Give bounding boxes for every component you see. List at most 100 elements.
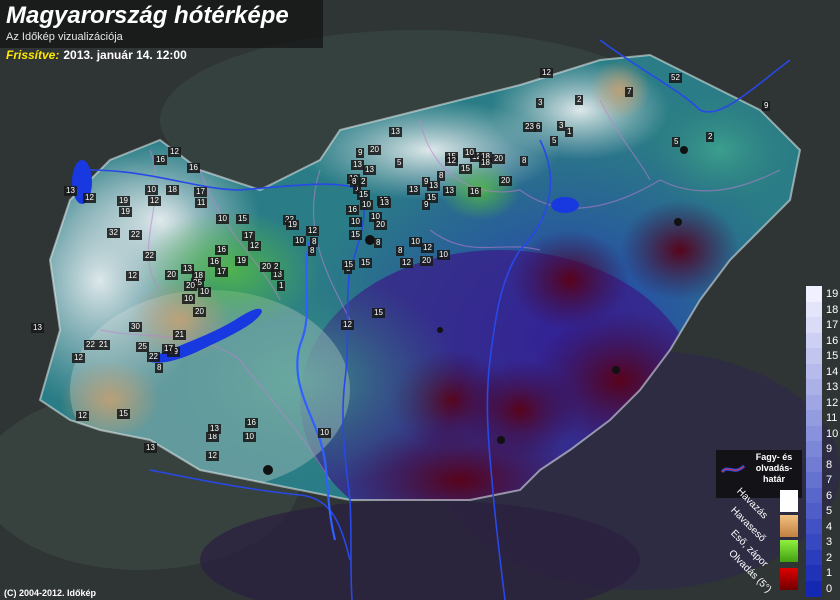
scale-value: 8 bbox=[826, 458, 833, 471]
station-value: 20 bbox=[260, 262, 273, 272]
station-value: 2 bbox=[272, 262, 281, 272]
station-value: 13 bbox=[389, 127, 402, 137]
scale-swatch bbox=[806, 487, 822, 504]
station-value: 19 bbox=[117, 196, 130, 206]
scale-value: 16 bbox=[826, 334, 839, 347]
copyright-text: (C) 2004-2012. Időkép bbox=[4, 588, 97, 598]
station-value: 7 bbox=[625, 87, 634, 97]
station-value: 13 bbox=[31, 323, 44, 333]
station-value: 20 bbox=[184, 281, 197, 291]
scale-value: 0 bbox=[826, 582, 833, 595]
scale-swatch bbox=[806, 565, 822, 581]
station-value: 12 bbox=[148, 196, 161, 206]
station-value: 17 bbox=[194, 187, 207, 197]
scale-value: 2 bbox=[826, 551, 833, 564]
scale-swatch bbox=[806, 363, 822, 380]
station-value: 9 bbox=[422, 200, 431, 210]
station-value: 5 bbox=[672, 137, 681, 147]
snow-map-stage: Magyarország hótérképe Az Időkép vizuali… bbox=[0, 0, 840, 600]
station-value: 16 bbox=[154, 155, 167, 165]
station-value: 10 bbox=[145, 185, 158, 195]
station-value: 16 bbox=[245, 418, 258, 428]
station-value: 20 bbox=[420, 256, 433, 266]
station-value: 12 bbox=[341, 320, 354, 330]
scale-swatch bbox=[806, 394, 822, 411]
station-value: 10 bbox=[349, 217, 362, 227]
station-value: 3 bbox=[536, 98, 545, 108]
snow-depth-scale: 19 18 17 16 15 14 13 12 11 10 9 8 7 6 5 4 3 2 1 0 bbox=[806, 286, 840, 600]
station-value: 8 bbox=[374, 238, 383, 248]
station-value: 10 bbox=[243, 432, 256, 442]
station-value: 6 bbox=[534, 122, 543, 132]
scale-value: 12 bbox=[826, 396, 839, 409]
station-value: 19 bbox=[286, 220, 299, 230]
station-value: 22 bbox=[147, 352, 160, 362]
swatch-snow bbox=[780, 490, 798, 512]
station-value: 13 bbox=[181, 264, 194, 274]
station-value: 25 bbox=[136, 342, 149, 352]
station-value: 16 bbox=[468, 187, 481, 197]
station-value: 8 bbox=[308, 246, 317, 256]
scale-swatch bbox=[806, 518, 822, 535]
scale-value: 15 bbox=[826, 350, 839, 362]
station-value: 22 bbox=[84, 340, 97, 350]
station-value: 10 bbox=[198, 287, 211, 297]
station-value: 21 bbox=[173, 330, 186, 340]
scale-swatch bbox=[806, 379, 822, 395]
station-value: 20 bbox=[499, 176, 512, 186]
scale-value: 19 bbox=[826, 288, 839, 300]
station-value: 13 bbox=[144, 443, 157, 453]
station-value: 32 bbox=[107, 228, 120, 238]
hungary-snow-map bbox=[0, 0, 840, 600]
scale-swatch bbox=[806, 286, 822, 302]
station-value: 1 bbox=[277, 281, 286, 291]
station-value: 9 bbox=[422, 177, 431, 187]
station-value: 8 bbox=[155, 363, 164, 373]
station-value: 10 bbox=[182, 294, 195, 304]
scale-value: 9 bbox=[826, 443, 833, 455]
station-value: 5 bbox=[395, 158, 404, 168]
scale-value: 5 bbox=[826, 505, 833, 517]
station-value: 15 bbox=[117, 409, 130, 419]
station-value: 16 bbox=[346, 205, 359, 215]
scale-swatch bbox=[806, 534, 822, 550]
station-value: 18 bbox=[479, 158, 492, 168]
station-value: 17 bbox=[242, 231, 255, 241]
station-value: 16 bbox=[187, 163, 200, 173]
scale-value: 17 bbox=[826, 319, 839, 331]
station-value: 8 bbox=[520, 156, 529, 166]
station-value: 22 bbox=[143, 251, 156, 261]
scale-swatch bbox=[806, 348, 822, 364]
station-value: 20 bbox=[165, 270, 178, 280]
station-value: 12 bbox=[168, 147, 181, 157]
station-value: 11 bbox=[195, 198, 208, 208]
station-value: 5 bbox=[550, 136, 559, 146]
station-value: 20 bbox=[193, 307, 206, 317]
scale-value: 11 bbox=[826, 412, 838, 424]
station-value: 10 bbox=[360, 200, 373, 210]
station-value: 19 bbox=[235, 256, 248, 266]
station-value: 20 bbox=[492, 154, 505, 164]
boundary-legend-label: Fagy- és olvadás-határ bbox=[755, 452, 793, 484]
scale-swatch bbox=[806, 410, 822, 426]
station-value: 12 bbox=[248, 241, 261, 251]
scale-swatch bbox=[806, 580, 822, 597]
update-label: Frissítve: bbox=[6, 48, 60, 62]
station-value: 10 bbox=[463, 148, 476, 158]
station-value: 15 bbox=[359, 258, 372, 268]
station-value: 12 bbox=[421, 243, 434, 253]
station-value: 10 bbox=[437, 250, 450, 260]
station-value: 52 bbox=[669, 73, 682, 83]
station-value: 2 bbox=[359, 177, 368, 187]
swatch-rain bbox=[780, 540, 798, 562]
station-value: 16 bbox=[215, 245, 228, 255]
station-value: 15 bbox=[357, 190, 370, 200]
scale-value: 3 bbox=[826, 536, 833, 548]
station-value: 13 bbox=[351, 160, 364, 170]
swatch-melt bbox=[780, 568, 798, 590]
boundary-line-icon bbox=[720, 464, 746, 474]
station-value: 12 bbox=[540, 68, 553, 78]
scale-swatch bbox=[806, 472, 822, 488]
station-value: 13 bbox=[363, 165, 376, 175]
station-value: 8 bbox=[350, 177, 359, 187]
